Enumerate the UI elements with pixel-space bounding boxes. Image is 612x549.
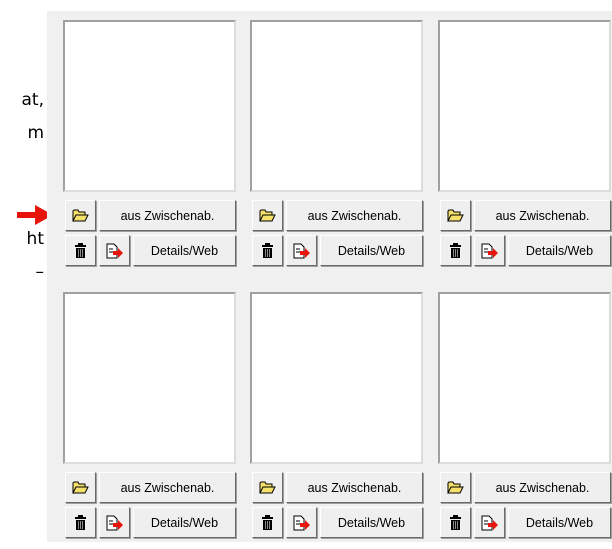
delete-image-button[interactable] (65, 507, 96, 538)
details-web-button[interactable]: Details/Web (133, 507, 236, 538)
details-button-label: Details/Web (337, 243, 406, 258)
details-button-label: Details/Web (337, 515, 406, 530)
side-text-line: – (35, 262, 45, 282)
paste-from-clipboard-button[interactable]: aus Zwischenab. (286, 472, 423, 503)
image-preview[interactable] (438, 292, 611, 464)
paste-from-clipboard-button[interactable]: aus Zwischenab. (474, 200, 611, 231)
folder-open-icon (259, 480, 276, 495)
paste-from-clipboard-button[interactable]: aus Zwischenab. (99, 472, 236, 503)
paste-button-label: aus Zwischenab. (120, 480, 215, 495)
paste-button-label: aus Zwischenab. (307, 208, 402, 223)
side-text-line: m (27, 123, 44, 143)
export-arrow-icon (481, 243, 499, 259)
image-slot: aus Zwischenab. Details/Web (438, 20, 612, 277)
paste-button-label: aus Zwischenab. (495, 480, 590, 495)
folder-open-icon (447, 480, 464, 495)
trash-icon (261, 243, 274, 258)
image-slot: aus Zwischenab. Details/Web (250, 292, 427, 549)
delete-image-button[interactable] (440, 235, 471, 266)
open-file-button[interactable] (440, 472, 471, 503)
export-arrow-icon (106, 515, 124, 531)
image-slot: aus Zwischenab. Details/Web (63, 20, 240, 277)
paste-button-label: aus Zwischenab. (120, 208, 215, 223)
details-button-label: Details/Web (150, 515, 219, 530)
paste-button-label: aus Zwischenab. (495, 208, 590, 223)
side-text-line: ht (26, 229, 44, 249)
details-web-button[interactable]: Details/Web (133, 235, 236, 266)
folder-open-icon (447, 208, 464, 223)
details-button-label: Details/Web (150, 243, 219, 258)
open-file-button[interactable] (440, 200, 471, 231)
folder-open-icon (72, 208, 89, 223)
open-file-button[interactable] (252, 472, 283, 503)
open-file-button[interactable] (65, 200, 96, 231)
export-image-button[interactable] (474, 507, 505, 538)
trash-icon (449, 243, 462, 258)
details-web-button[interactable]: Details/Web (508, 235, 611, 266)
trash-icon (449, 515, 462, 530)
export-image-button[interactable] (286, 507, 317, 538)
image-slot: aus Zwischenab. Details/Web (438, 292, 612, 549)
trash-icon (74, 243, 87, 258)
delete-image-button[interactable] (252, 507, 283, 538)
details-web-button[interactable]: Details/Web (508, 507, 611, 538)
details-button-label: Details/Web (525, 243, 594, 258)
export-image-button[interactable] (99, 507, 130, 538)
paste-from-clipboard-button[interactable]: aus Zwischenab. (474, 472, 611, 503)
image-preview[interactable] (438, 20, 611, 192)
paste-from-clipboard-button[interactable]: aus Zwischenab. (286, 200, 423, 231)
image-preview[interactable] (250, 20, 423, 192)
details-web-button[interactable]: Details/Web (320, 507, 423, 538)
delete-image-button[interactable] (440, 507, 471, 538)
image-preview[interactable] (250, 292, 423, 464)
delete-image-button[interactable] (65, 235, 96, 266)
export-image-button[interactable] (99, 235, 130, 266)
export-arrow-icon (293, 243, 311, 259)
export-arrow-icon (481, 515, 499, 531)
cropped-side-text: at, m ht – (0, 0, 46, 542)
paste-from-clipboard-button[interactable]: aus Zwischenab. (99, 200, 236, 231)
open-file-button[interactable] (252, 200, 283, 231)
export-arrow-icon (293, 515, 311, 531)
trash-icon (261, 515, 274, 530)
details-web-button[interactable]: Details/Web (320, 235, 423, 266)
image-slot: aus Zwischenab. Details/Web (63, 292, 240, 549)
details-button-label: Details/Web (525, 515, 594, 530)
folder-open-icon (72, 480, 89, 495)
image-preview[interactable] (63, 20, 236, 192)
delete-image-button[interactable] (252, 235, 283, 266)
image-slot-panel: aus Zwischenab. Details/Web aus Zwischen… (47, 11, 612, 542)
side-text-line: at, (21, 90, 45, 110)
export-image-button[interactable] (286, 235, 317, 266)
trash-icon (74, 515, 87, 530)
folder-open-icon (259, 208, 276, 223)
export-image-button[interactable] (474, 235, 505, 266)
open-file-button[interactable] (65, 472, 96, 503)
image-slot: aus Zwischenab. Details/Web (250, 20, 427, 277)
export-arrow-icon (106, 243, 124, 259)
paste-button-label: aus Zwischenab. (307, 480, 402, 495)
image-preview[interactable] (63, 292, 236, 464)
